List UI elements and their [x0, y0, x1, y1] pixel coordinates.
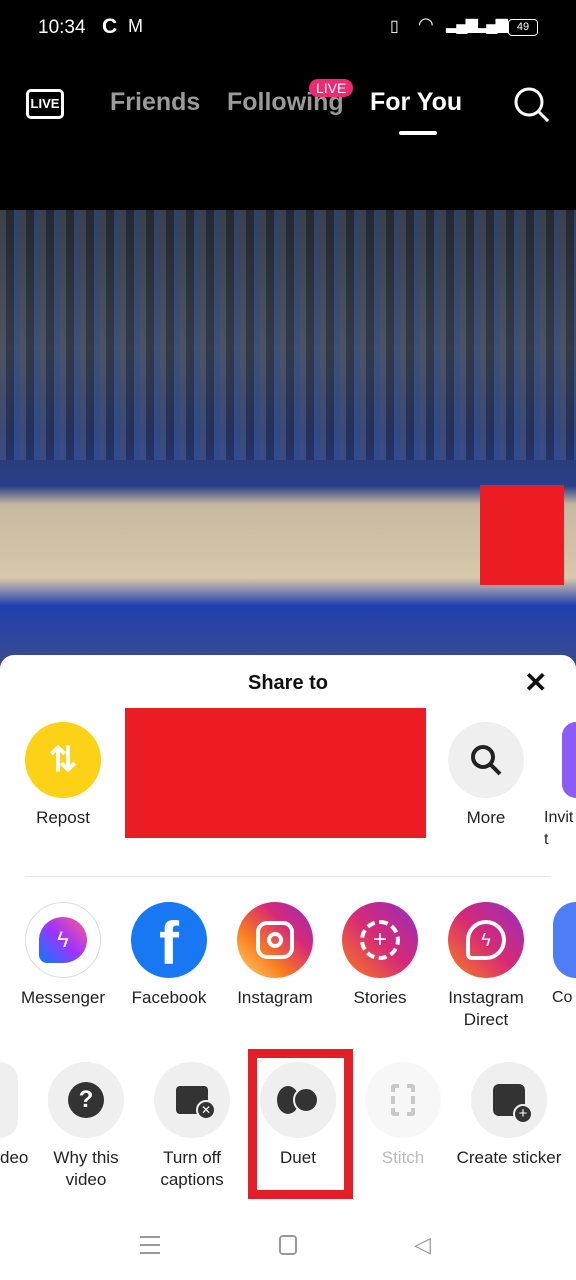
status-bar: 10:34 C M ▯ ◠ ▂▄▆ ▂▄▆ 49 [0, 0, 576, 55]
instagram-icon [237, 902, 313, 978]
share-invite[interactable]: Invit t [538, 722, 576, 851]
copy-link-icon [553, 902, 576, 978]
live-badge: LIVE [309, 79, 354, 97]
share-more[interactable]: More [433, 722, 539, 829]
stories-icon: + [342, 902, 418, 978]
search-icon [448, 722, 524, 798]
signal-icon: ▂▄▆ [446, 16, 478, 33]
share-messenger[interactable]: ϟ Messenger [10, 902, 116, 1009]
menu-icon[interactable] [140, 1236, 160, 1254]
action-turn-off-captions[interactable]: ✕ Turn off captions [139, 1062, 245, 1191]
question-icon: ? [48, 1062, 124, 1138]
clock: 10:34 [38, 17, 86, 38]
invite-icon [562, 722, 576, 798]
share-facebook[interactable]: f Facebook [116, 902, 222, 1009]
share-instagram[interactable]: Instagram [222, 902, 328, 1009]
home-icon[interactable] [279, 1235, 297, 1255]
action-video[interactable]: deo [0, 1062, 30, 1169]
action-create-sticker[interactable]: + Create sticker [456, 1062, 562, 1169]
redaction-box [480, 485, 564, 585]
signal-icon-2: ▂▄▆ [476, 16, 508, 33]
action-stitch: Stitch [350, 1062, 456, 1169]
messenger-icon: ϟ [25, 902, 101, 978]
active-tab-indicator [399, 131, 437, 135]
repost-icon: ⇅ [25, 722, 101, 798]
gmail-icon: M [128, 16, 143, 36]
share-copy[interactable]: Co [550, 902, 576, 1009]
action-why-this-video[interactable]: ? Why this video [33, 1062, 139, 1191]
divider [25, 876, 551, 877]
video-crowd [0, 210, 576, 460]
search-icon[interactable] [512, 85, 552, 125]
share-stories[interactable]: + Stories [327, 902, 433, 1009]
battery-icon: 49 [508, 19, 538, 36]
notification-c-icon: C [102, 15, 118, 38]
action-icon [0, 1062, 18, 1138]
live-tv-icon[interactable]: LIVE [26, 89, 64, 119]
close-icon[interactable]: ✕ [524, 666, 547, 699]
facebook-icon: f [131, 902, 207, 978]
share-instagram-direct[interactable]: ϟ Instagram Direct [433, 902, 539, 1031]
share-sheet-title: Share to [247, 672, 329, 694]
tab-for-you[interactable]: For You [370, 88, 462, 117]
tab-friends[interactable]: Friends [110, 88, 200, 117]
vibrate-icon: ▯ [390, 18, 399, 35]
sticker-icon: + [471, 1062, 547, 1138]
share-repost[interactable]: ⇅ Repost [10, 722, 116, 829]
instagram-direct-icon: ϟ [448, 902, 524, 978]
redaction-box [125, 708, 426, 838]
captions-off-icon: ✕ [154, 1062, 230, 1138]
duet-highlight-box [248, 1049, 353, 1199]
wifi-icon: ◠ [418, 14, 434, 34]
stitch-icon [365, 1062, 441, 1138]
back-icon[interactable]: ◁ [414, 1232, 431, 1258]
